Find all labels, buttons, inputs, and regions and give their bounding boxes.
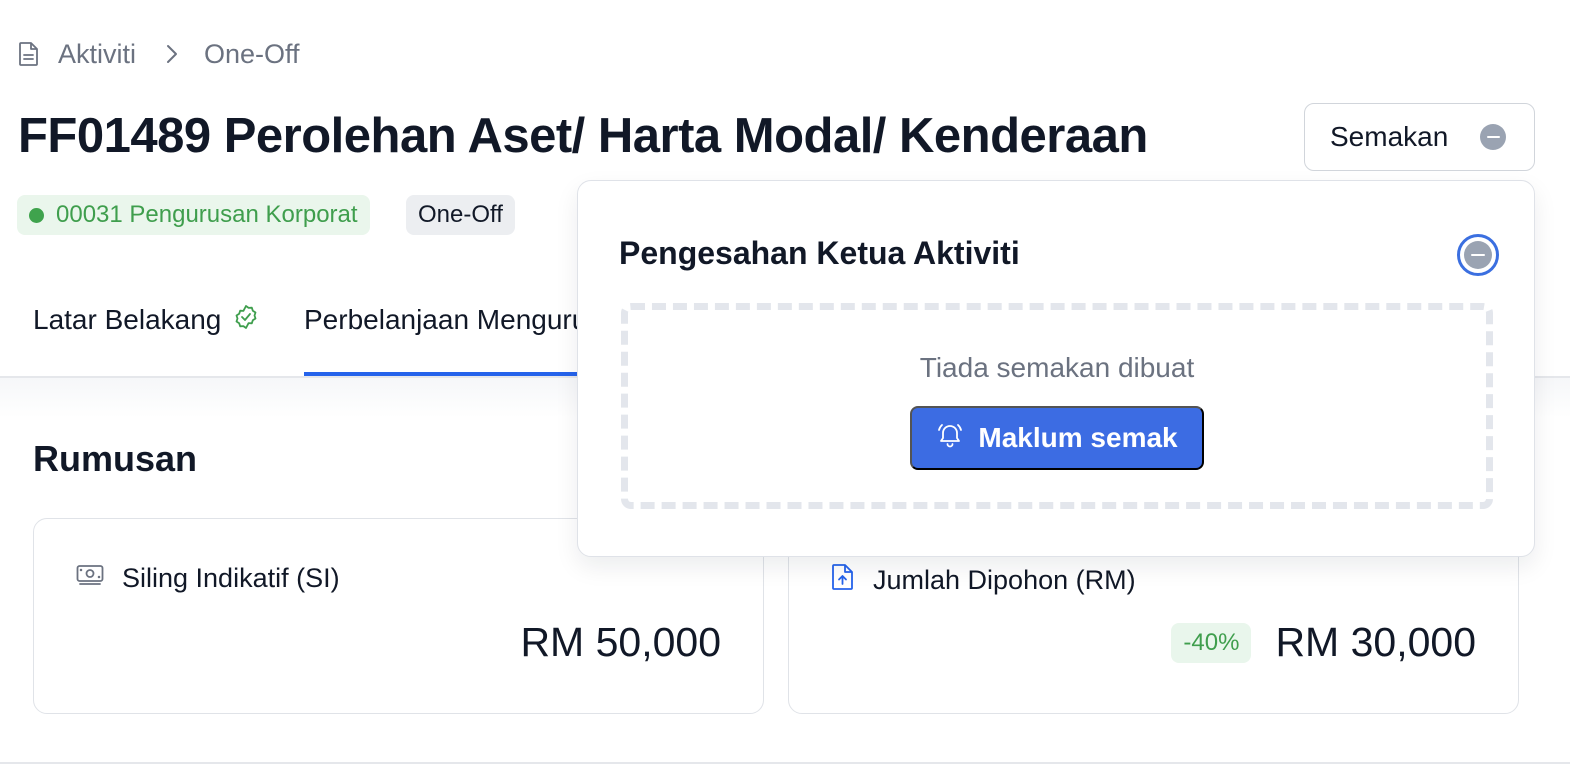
review-popover: Pengesahan Ketua Aktiviti Tiada semakan … xyxy=(577,180,1535,557)
money-icon xyxy=(76,563,104,594)
review-button-label: Semakan xyxy=(1330,121,1449,152)
bell-icon xyxy=(936,421,964,456)
document-icon xyxy=(18,41,40,67)
chevron-right-icon xyxy=(166,44,178,64)
breadcrumb: Aktiviti One-Off xyxy=(18,34,300,74)
type-badge: One-Off xyxy=(406,195,515,235)
minus-circle-icon xyxy=(1480,124,1506,150)
tab-label: Latar Belakang xyxy=(33,304,222,335)
card-header: Jumlah Dipohon (RM) xyxy=(831,563,1136,598)
review-status-toggle[interactable] xyxy=(1457,234,1499,276)
popover-title: Pengesahan Ketua Aktiviti xyxy=(619,235,1020,271)
tab-label: Perbelanjaan Mengurus xyxy=(304,304,584,335)
card-value-row: -40% RM 30,000 xyxy=(1171,619,1476,666)
notify-button-label: Maklum semak xyxy=(978,422,1178,453)
tab-latar-belakang[interactable]: Latar Belakang xyxy=(33,290,259,376)
department-badge-label: 00031 Pengurusan Korporat xyxy=(56,201,358,228)
review-button[interactable]: Semakan xyxy=(1304,103,1535,171)
page: Aktiviti One-Off FF01489 Perolehan Aset/… xyxy=(0,0,1570,782)
check-badge-icon xyxy=(233,304,259,337)
empty-state: Tiada semakan dibuat Maklum semak xyxy=(621,303,1493,509)
divider xyxy=(0,762,1570,764)
notify-review-button[interactable]: Maklum semak xyxy=(910,406,1204,470)
page-title: FF01489 Perolehan Aset/ Harta Modal/ Ken… xyxy=(18,109,1148,163)
breadcrumb-current: One-Off xyxy=(204,38,300,69)
card-label: Siling Indikatif (SI) xyxy=(122,563,340,593)
percent-badge: -40% xyxy=(1171,622,1252,663)
department-badge: 00031 Pengurusan Korporat xyxy=(17,195,370,235)
empty-state-text: Tiada semakan dibuat xyxy=(919,352,1195,383)
status-dot-icon xyxy=(29,207,44,223)
card-label: Jumlah Dipohon (RM) xyxy=(873,565,1136,595)
tab-perbelanjaan-mengurus[interactable]: Perbelanjaan Mengurus xyxy=(304,290,584,376)
breadcrumb-root-link[interactable]: Aktiviti xyxy=(58,39,136,70)
file-upload-icon xyxy=(831,563,855,598)
section-title: Rumusan xyxy=(33,438,198,479)
card-value: RM 30,000 xyxy=(1275,619,1476,665)
card-header: Siling Indikatif (SI) xyxy=(76,563,340,594)
minus-circle-icon xyxy=(1464,241,1492,269)
card-value: RM 50,000 xyxy=(520,619,721,665)
card-value-row: RM 50,000 xyxy=(520,619,721,666)
